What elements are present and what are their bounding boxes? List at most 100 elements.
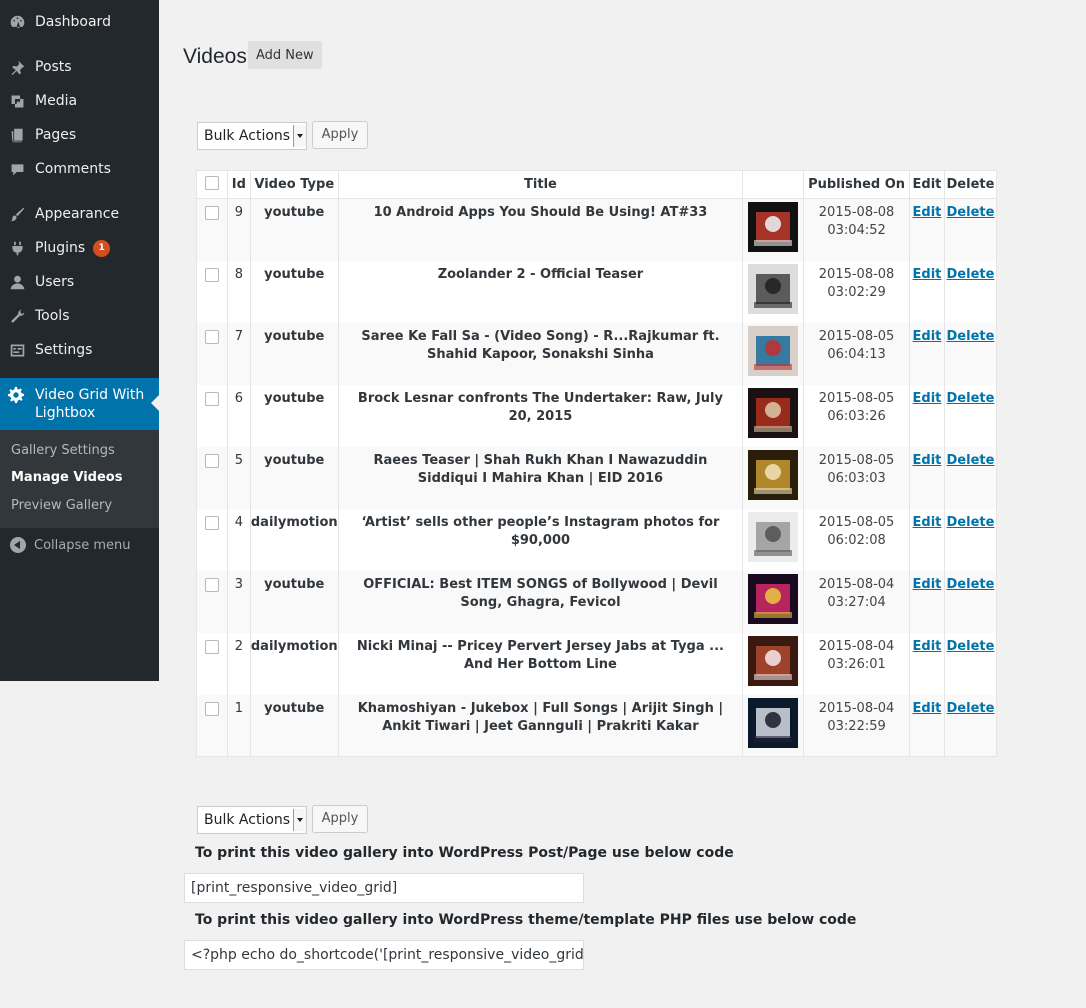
column-header-video-type[interactable]: Video Type (250, 170, 339, 199)
row-checkbox-cell (196, 570, 228, 633)
update-count-badge: 1 (93, 239, 111, 257)
edit-cell: Edit (909, 570, 945, 633)
edit-link[interactable]: Edit (913, 205, 942, 220)
column-header-edit: Edit (909, 170, 945, 199)
edit-link[interactable]: Edit (913, 453, 942, 468)
edit-link[interactable]: Edit (913, 577, 942, 592)
delete-link[interactable]: Delete (947, 577, 995, 592)
edit-cell: Edit (909, 632, 945, 695)
table-row: 1 youtube Khamoshiyan - Jukebox | Full Son… (196, 694, 998, 757)
published-time: 03:26:01 (827, 656, 886, 672)
sidebar-item-users[interactable]: Users (0, 265, 159, 299)
submenu-manage-videos[interactable]: Manage Videos (11, 470, 122, 485)
bulk-actions-select[interactable]: Bulk Actions (197, 122, 307, 150)
published-time: 06:03:03 (827, 470, 886, 486)
edit-link[interactable]: Edit (913, 329, 942, 344)
delete-link[interactable]: Delete (947, 267, 995, 282)
row-checkbox[interactable] (204, 701, 219, 716)
video-thumbnail-image[interactable] (748, 387, 799, 438)
column-header-published-on[interactable]: Published On (803, 170, 910, 199)
submenu-gallery-settings[interactable]: Gallery Settings (11, 443, 115, 458)
sidebar-item-tools[interactable]: Tools (0, 299, 159, 333)
sidebar-item-label: Posts (35, 59, 72, 75)
sidebar-item-plugins[interactable]: Plugins 1 (0, 231, 159, 265)
row-checkbox[interactable] (204, 391, 219, 406)
row-checkbox[interactable] (204, 206, 219, 220)
sidebar-item-media[interactable]: Media (0, 84, 159, 118)
delete-cell: Delete (944, 198, 998, 261)
video-title: Zoolander 2 - Official Teaser (338, 260, 744, 323)
sidebar-item-label: Settings (35, 342, 93, 358)
pages-icon (7, 125, 27, 145)
settings-icon (7, 340, 27, 360)
edit-link[interactable]: Edit (913, 515, 942, 530)
published-date: 2015-08-05 (818, 514, 895, 530)
apply-button-bottom[interactable]: Apply (312, 805, 368, 833)
edit-link[interactable]: Edit (913, 701, 942, 716)
sidebar-item-video-grid[interactable]: Video Grid With Lightbox (0, 378, 159, 430)
column-header-id[interactable]: Id (227, 170, 251, 199)
edit-link[interactable]: Edit (913, 267, 942, 282)
sidebar-item-appearance[interactable]: Appearance (0, 197, 159, 231)
thumbnail-cell (742, 632, 805, 695)
delete-link[interactable]: Delete (947, 639, 995, 654)
sidebar-item-settings[interactable]: Settings (0, 333, 159, 367)
sidebar-item-comments[interactable]: Comments (0, 152, 159, 186)
edit-link[interactable]: Edit (913, 391, 942, 406)
thumbnail-cell (742, 322, 805, 385)
row-checkbox[interactable] (204, 329, 219, 344)
collapse-menu-button[interactable]: Collapse menu (0, 534, 159, 556)
column-header-title[interactable]: Title (338, 170, 744, 199)
thumbnail-cell (742, 570, 805, 633)
edit-cell: Edit (909, 694, 945, 757)
video-thumbnail-image[interactable] (748, 202, 799, 252)
video-thumbnail-image[interactable] (748, 697, 799, 748)
row-checkbox[interactable] (204, 453, 219, 468)
video-thumbnail-image[interactable] (748, 449, 799, 500)
select-all-checkbox[interactable] (204, 175, 219, 190)
table-row: 3 youtube OFFICIAL: Best ITEM SONGS of Bol… (196, 570, 998, 633)
sidebar-item-pages[interactable]: Pages (0, 118, 159, 152)
shortcode-php-field[interactable]: <?php echo do_shortcode('[print_responsi… (184, 940, 584, 970)
video-thumbnail-image[interactable] (748, 263, 799, 314)
delete-link[interactable]: Delete (947, 391, 995, 406)
brush-icon (7, 204, 27, 224)
shortcode-post-field[interactable]: [print_responsive_video_grid] (184, 873, 584, 903)
video-thumbnail-image[interactable] (748, 573, 799, 624)
delete-link[interactable]: Delete (947, 205, 995, 220)
video-thumbnail-image[interactable] (748, 635, 799, 686)
delete-link[interactable]: Delete (947, 701, 995, 716)
published-date: 2015-08-04 (818, 638, 895, 654)
thumbnail-cell (742, 384, 805, 447)
delete-link[interactable]: Delete (947, 515, 995, 530)
video-thumbnail-image[interactable] (748, 511, 799, 562)
submenu-preview-gallery[interactable]: Preview Gallery (11, 498, 112, 513)
video-thumbnail-image[interactable] (748, 325, 799, 376)
sidebar-item-dashboard[interactable]: Dashboard (0, 5, 159, 39)
row-checkbox[interactable] (204, 639, 219, 654)
add-new-button[interactable]: Add New (248, 41, 322, 69)
sidebar-item-posts[interactable]: Posts (0, 50, 159, 84)
bulk-actions-select-bottom[interactable]: Bulk Actions (197, 806, 307, 834)
row-checkbox-cell (196, 694, 228, 757)
bulk-actions-value: Bulk Actions (204, 128, 291, 144)
row-checkbox[interactable] (204, 515, 219, 530)
delete-cell: Delete (944, 632, 998, 695)
sidebar-item-label: Dashboard (35, 14, 111, 30)
row-checkbox[interactable] (204, 577, 219, 592)
edit-link[interactable]: Edit (913, 639, 942, 654)
edit-cell: Edit (909, 322, 945, 385)
row-checkbox[interactable] (204, 267, 219, 282)
published-time: 03:04:52 (827, 223, 886, 238)
select-all-cell (196, 170, 228, 199)
delete-link[interactable]: Delete (947, 453, 995, 468)
row-checkbox-cell (196, 508, 228, 571)
published-time: 03:27:04 (827, 594, 886, 610)
published-on: 2015-08-04 03:27:04 (803, 570, 910, 633)
delete-cell: Delete (944, 322, 998, 385)
user-icon (7, 272, 27, 292)
video-id: 4 (227, 508, 251, 571)
apply-button[interactable]: Apply (312, 121, 368, 149)
delete-link[interactable]: Delete (947, 329, 995, 344)
video-type: youtube (250, 260, 339, 323)
